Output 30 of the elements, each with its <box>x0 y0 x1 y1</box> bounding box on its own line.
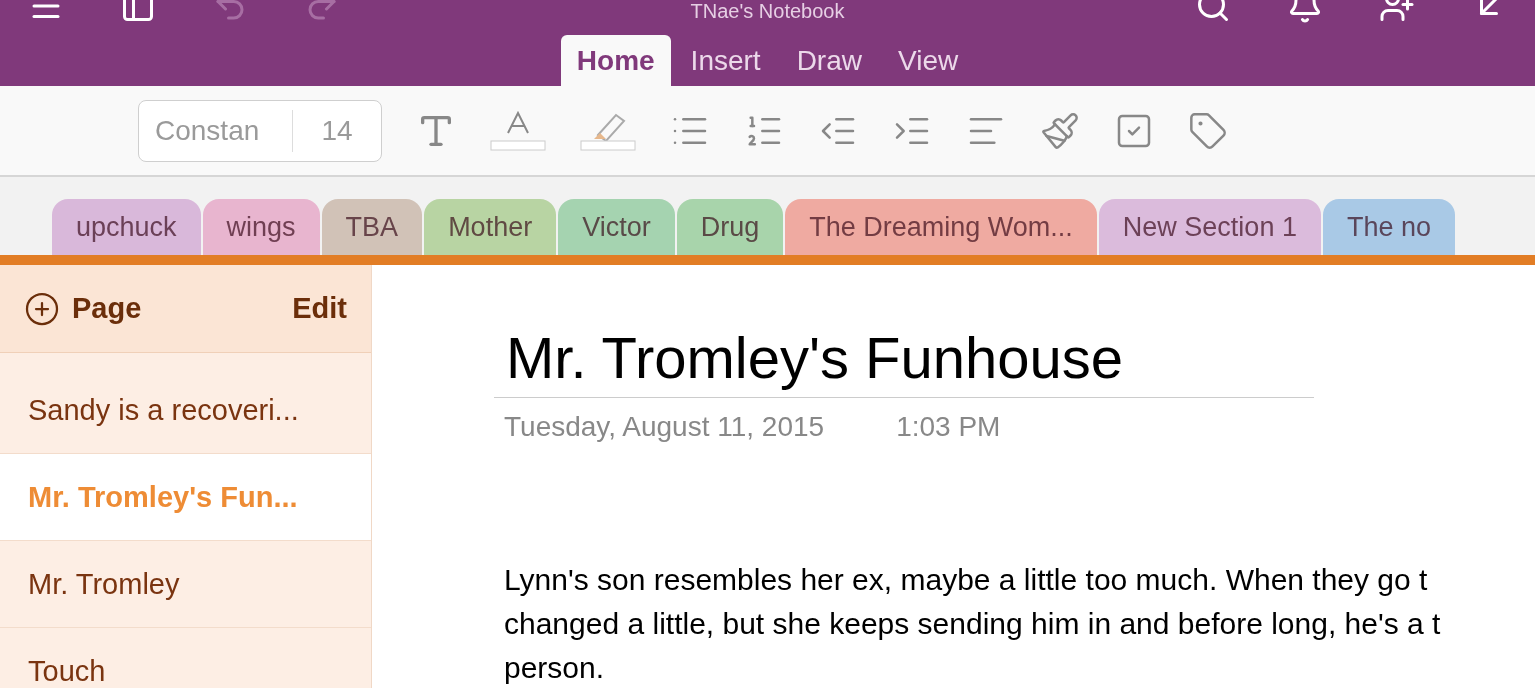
section-tab[interactable]: The Dreaming Wom... <box>785 199 1097 255</box>
ribbon-tab[interactable]: View <box>882 35 975 86</box>
add-icon <box>24 290 60 327</box>
section-tab[interactable]: TBA <box>321 199 423 255</box>
ribbon-tab[interactable]: Home <box>560 35 671 86</box>
add-page-button[interactable]: Page <box>24 286 142 331</box>
font-size: 14 <box>320 113 354 148</box>
section-tab[interactable]: New Section 1 <box>1098 199 1321 255</box>
page-item[interactable]: Mr. Tromley <box>0 541 371 628</box>
page-date: Tuesday, August 11, 2015 <box>504 410 825 444</box>
font-color-icon[interactable] <box>490 110 546 151</box>
body-text: changed a little, but she keeps sending him in and before long, he's a t <box>504 606 1442 642</box>
page-item[interactable]: Touch <box>0 628 371 688</box>
body-text: Lynn's son resembles her ex, maybe a little too much. When they go t <box>504 562 1429 598</box>
section-tab[interactable]: The no <box>1322 199 1455 255</box>
section-tab[interactable]: upchuck <box>52 199 201 255</box>
notebook-title: TNae's Notebook <box>690 0 845 22</box>
tag-icon[interactable] <box>1188 110 1228 151</box>
section-tab[interactable]: wings <box>202 199 320 255</box>
section-tab[interactable]: Drug <box>676 199 784 255</box>
section-tab[interactable]: Victor <box>558 199 675 255</box>
ribbon-tab[interactable]: Draw <box>780 35 878 86</box>
page-time: 1:03 PM <box>896 410 1001 444</box>
font-field[interactable]: Constan 14 <box>138 99 382 162</box>
section-tab[interactable]: Mother <box>424 199 557 255</box>
page-title: Mr. Tromley's Funhouse <box>506 325 1124 390</box>
edit-button[interactable]: Edit <box>292 286 347 331</box>
font-name: Constan <box>139 109 293 152</box>
ribbon-tab[interactable]: Insert <box>674 35 777 86</box>
body-text: person. <box>504 650 606 686</box>
